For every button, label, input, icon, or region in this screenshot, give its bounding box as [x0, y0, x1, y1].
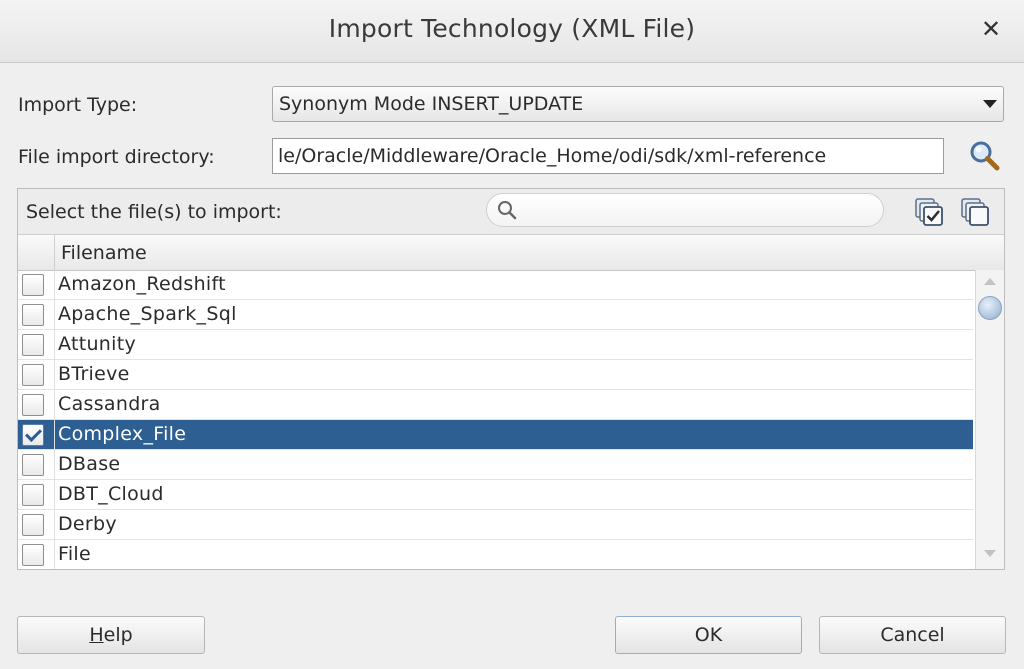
search-input[interactable] — [525, 198, 869, 224]
filename-cell: Attunity — [54, 330, 973, 359]
help-label: elp — [103, 624, 133, 646]
filename-text: Apache_Spark_Sql — [58, 303, 237, 325]
import-type-select[interactable]: Synonym Mode INSERT_UPDATE — [272, 86, 1004, 122]
import-type-value: Synonym Mode INSERT_UPDATE — [279, 93, 584, 115]
file-checkbox[interactable] — [22, 274, 44, 296]
filename-cell: Cassandra — [54, 390, 973, 419]
file-selection-panel: Select the file(s) to import: Filename A… — [17, 188, 1005, 570]
files-label: Select the file(s) to import: — [26, 201, 282, 223]
table-header: Filename — [18, 234, 1004, 271]
file-checkbox[interactable] — [22, 364, 44, 386]
file-table: Filename Amazon_Redshift Apache_Spark_Sql… — [18, 234, 1004, 569]
file-checkbox[interactable] — [22, 454, 44, 476]
filename-text: File — [58, 543, 91, 565]
table-row[interactable]: File — [18, 540, 973, 569]
vertical-scrollbar[interactable] — [975, 270, 1004, 569]
select-all-icon[interactable] — [914, 197, 944, 227]
scroll-up-icon[interactable] — [984, 278, 996, 285]
title-bar: Import Technology (XML File) ✕ — [0, 0, 1024, 63]
filename-cell: Apache_Spark_Sql — [54, 300, 973, 329]
file-checkbox[interactable] — [22, 484, 44, 506]
import-type-label: Import Type: — [18, 94, 138, 116]
table-row[interactable]: Apache_Spark_Sql — [18, 300, 973, 330]
table-row[interactable]: Derby — [18, 510, 973, 540]
search-folder-icon[interactable] — [966, 138, 1002, 174]
table-row[interactable]: Cassandra — [18, 390, 973, 420]
filename-cell: Derby — [54, 510, 973, 539]
chevron-down-icon — [983, 100, 997, 108]
table-row[interactable]: DBase — [18, 450, 973, 480]
filename-cell: File — [54, 540, 973, 569]
file-checkbox[interactable] — [22, 334, 44, 356]
filename-text: Complex_File — [58, 423, 187, 445]
filename-text: BTrieve — [58, 363, 130, 385]
filename-text: DBase — [58, 453, 121, 475]
cancel-button[interactable]: Cancel — [819, 616, 1006, 654]
filename-column-header[interactable]: Filename — [61, 242, 147, 264]
directory-label: File import directory: — [18, 146, 215, 168]
file-search[interactable] — [486, 193, 884, 227]
help-button[interactable]: Help — [17, 616, 205, 654]
table-row[interactable]: Amazon_Redshift — [18, 270, 973, 300]
file-checkbox[interactable] — [22, 304, 44, 326]
help-mnemonic: H — [89, 624, 104, 646]
close-icon[interactable]: ✕ — [976, 14, 1006, 44]
file-checkbox[interactable] — [22, 514, 44, 536]
file-checkbox[interactable] — [22, 544, 44, 566]
ok-button[interactable]: OK — [615, 616, 802, 654]
file-checkbox[interactable] — [22, 424, 44, 446]
filename-text: Derby — [58, 513, 117, 535]
table-row[interactable]: DBT_Cloud — [18, 480, 973, 510]
table-row[interactable]: BTrieve — [18, 360, 973, 390]
deselect-all-icon[interactable] — [960, 197, 990, 227]
filename-cell: Amazon_Redshift — [54, 270, 973, 299]
filename-text: Amazon_Redshift — [58, 273, 226, 295]
file-checkbox[interactable] — [22, 394, 44, 416]
filename-cell: BTrieve — [54, 360, 973, 389]
table-row[interactable]: Complex_File — [18, 420, 973, 450]
file-rows: Amazon_Redshift Apache_Spark_Sql Attunity B… — [18, 270, 973, 569]
filename-text: Attunity — [58, 333, 137, 355]
table-row[interactable]: Attunity — [18, 330, 973, 360]
directory-input[interactable] — [272, 138, 944, 174]
scroll-down-icon[interactable] — [984, 550, 996, 557]
filename-cell: DBase — [54, 450, 973, 479]
header-check-column — [18, 235, 55, 270]
dialog-title: Import Technology (XML File) — [328, 14, 696, 43]
filename-text: Cassandra — [58, 393, 161, 415]
filename-text: DBT_Cloud — [58, 483, 164, 505]
filename-cell: DBT_Cloud — [54, 480, 973, 509]
search-icon — [498, 201, 517, 220]
scroll-thumb[interactable] — [978, 296, 1002, 320]
filename-cell: Complex_File — [54, 420, 973, 449]
